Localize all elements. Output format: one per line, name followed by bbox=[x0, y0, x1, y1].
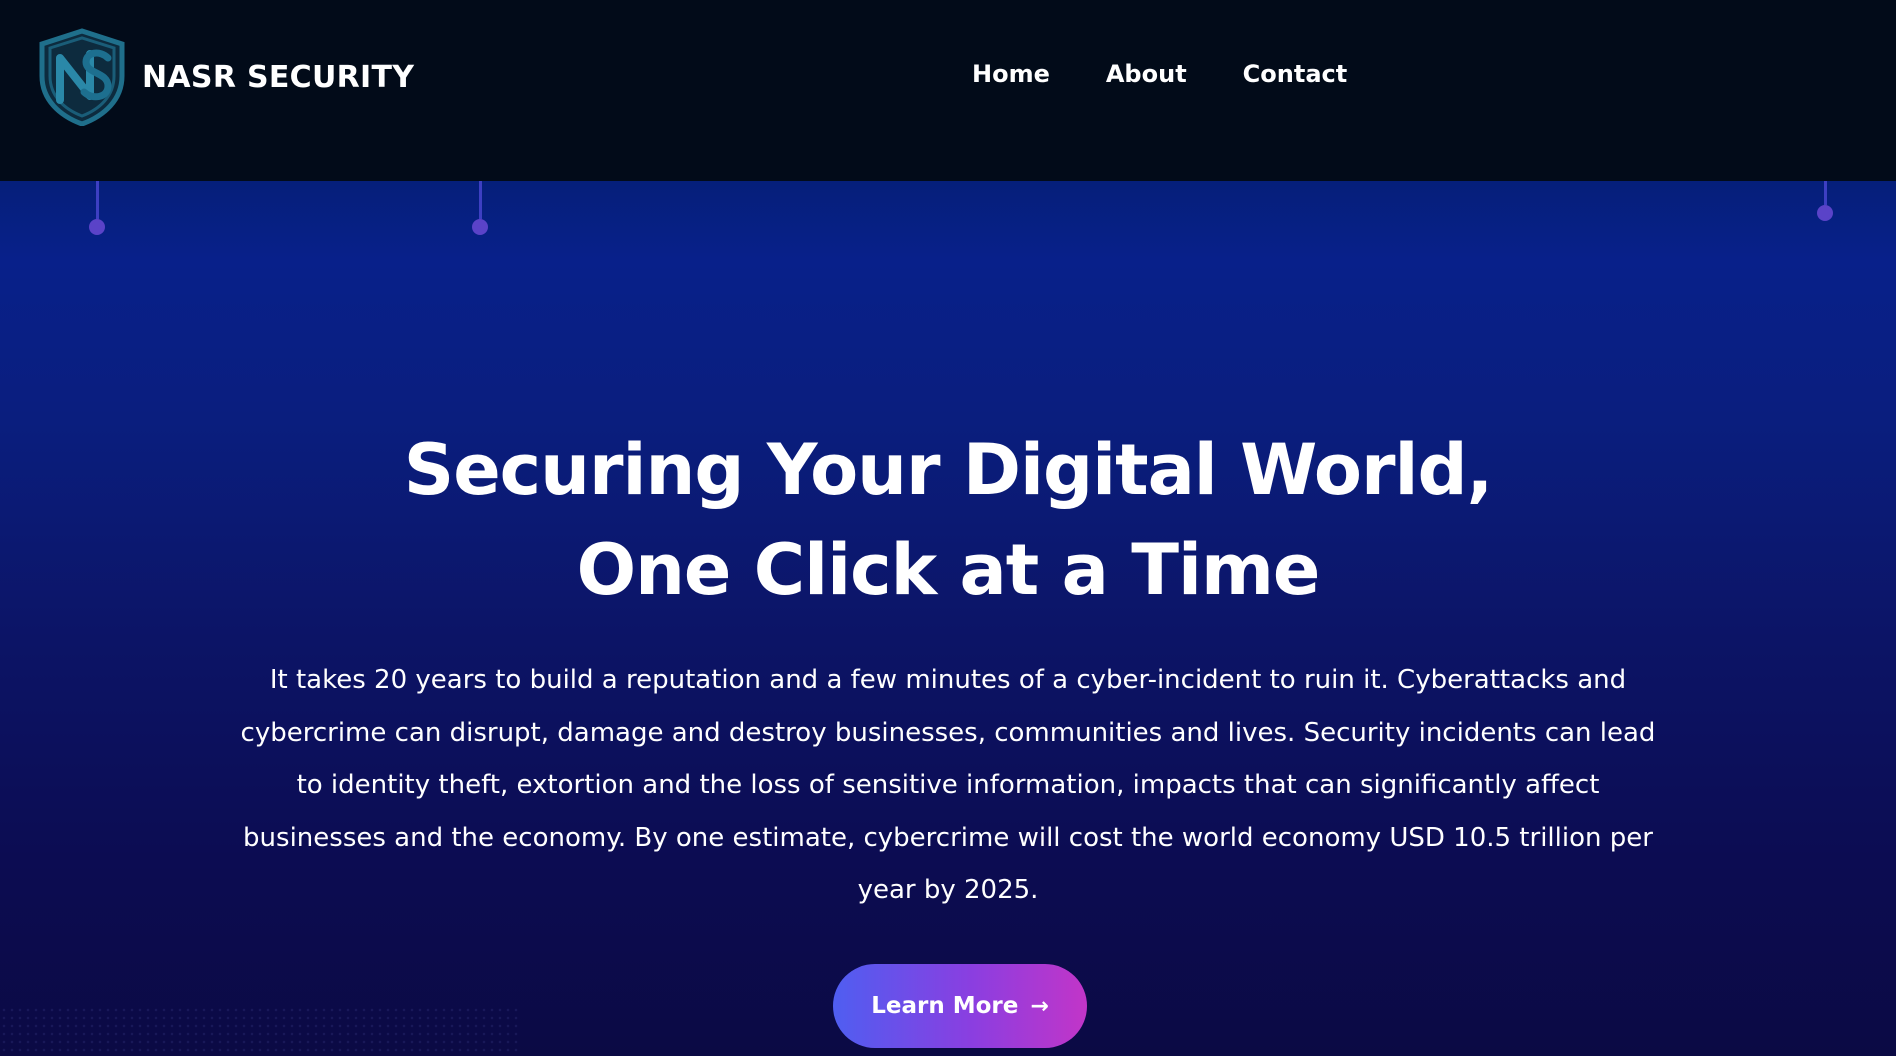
nav-home-link[interactable]: Home bbox=[972, 60, 1050, 88]
hero-section: Securing Your Digital World, One Click a… bbox=[0, 420, 1896, 917]
nav-about-link[interactable]: About bbox=[1106, 60, 1187, 88]
hero-title-line-1: Securing Your Digital World, bbox=[403, 429, 1493, 511]
dot-pattern-decoration bbox=[0, 1006, 520, 1056]
hero-title: Securing Your Digital World, One Click a… bbox=[0, 420, 1896, 620]
main-nav: Home About Contact bbox=[972, 60, 1347, 88]
learn-more-label: Learn More bbox=[871, 993, 1019, 1019]
circuit-pin-decoration bbox=[1817, 181, 1833, 221]
circuit-pin-decoration bbox=[472, 181, 488, 235]
learn-more-button[interactable]: Learn More → bbox=[833, 964, 1087, 1048]
page: NASR SECURITY Home About Contact Securin… bbox=[0, 0, 1896, 1056]
brand-name: NASR SECURITY bbox=[142, 59, 415, 95]
brand[interactable]: NASR SECURITY bbox=[38, 28, 414, 126]
navbar: NASR SECURITY Home About Contact bbox=[0, 0, 1896, 181]
shield-logo-icon bbox=[39, 28, 125, 126]
nav-contact-link[interactable]: Contact bbox=[1243, 60, 1348, 88]
hero-title-line-2: One Click at a Time bbox=[576, 529, 1321, 611]
hero-description: It takes 20 years to build a reputation … bbox=[240, 665, 1656, 905]
circuit-pin-decoration bbox=[89, 181, 105, 235]
arrow-icon: → bbox=[1030, 993, 1049, 1019]
